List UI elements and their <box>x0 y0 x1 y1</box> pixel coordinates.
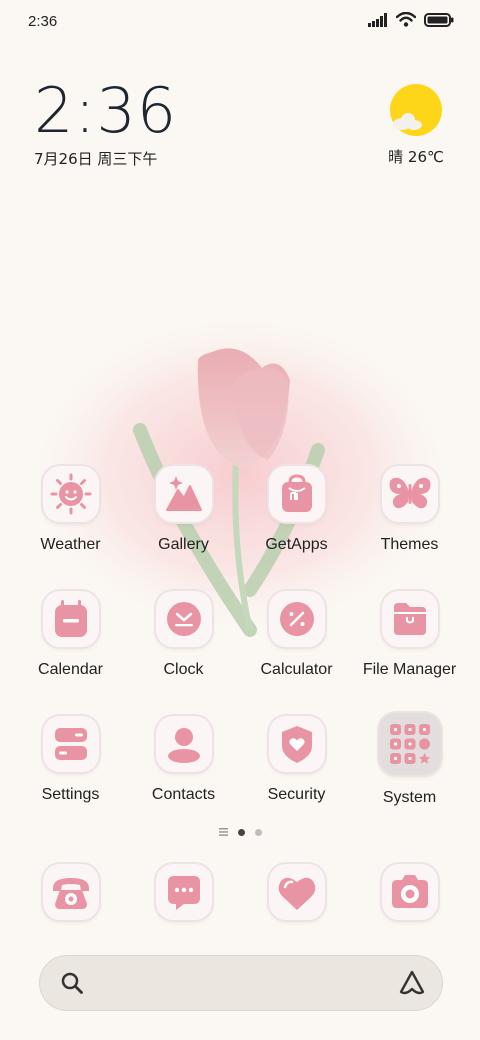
person-icon <box>155 716 212 772</box>
app-label: GetApps <box>265 536 328 553</box>
app-label: Calendar <box>38 661 103 678</box>
app-label: Weather <box>40 536 101 553</box>
app-row: Calendar Clock Calculator File Manager <box>14 591 466 716</box>
app-folder-icon <box>378 713 441 775</box>
toggles-icon <box>42 716 99 772</box>
status-bar: 2:36 <box>0 0 480 42</box>
sun-cloud-icon <box>390 84 442 136</box>
app-calendar[interactable]: Calendar <box>14 591 127 716</box>
app-label: Settings <box>41 786 100 803</box>
wifi-icon <box>396 12 416 27</box>
app-contacts[interactable]: Contacts <box>127 716 240 841</box>
app-security[interactable]: Security <box>240 716 353 841</box>
app-settings[interactable]: Settings <box>14 716 127 841</box>
app-label: System <box>382 789 437 806</box>
page-dot-active[interactable] <box>237 828 245 836</box>
app-weather[interactable]: Weather <box>14 466 127 591</box>
app-file-manager[interactable]: File Manager <box>353 591 466 716</box>
mountain-icon <box>155 466 212 522</box>
heart-icon <box>268 864 325 920</box>
telephone-icon <box>42 864 99 920</box>
app-label: Themes <box>380 536 439 553</box>
app-label: Calculator <box>260 661 333 678</box>
clock-icon <box>155 591 212 647</box>
app-grid: Weather Gallery GetApps Themes Calendar … <box>14 466 466 841</box>
app-label: Security <box>267 786 326 803</box>
chat-bubble-icon <box>155 864 212 920</box>
calculator-icon <box>268 591 325 647</box>
app-row: Settings Contacts Security System <box>14 713 466 841</box>
app-clock[interactable]: Clock <box>127 591 240 716</box>
butterfly-icon <box>381 466 438 522</box>
app-getapps[interactable]: GetApps <box>240 466 353 591</box>
assistant-icon[interactable] <box>398 969 426 997</box>
app-label: Clock <box>163 661 204 678</box>
list-menu-icon <box>218 828 228 836</box>
signal-icon <box>368 12 387 27</box>
app-calculator[interactable]: Calculator <box>240 591 353 716</box>
clock-time: 2:36 <box>34 74 178 147</box>
dock-phone[interactable] <box>14 864 127 920</box>
clock-widget[interactable]: 2:36 7月26日 周三下午 <box>34 80 177 169</box>
status-icons <box>368 12 454 27</box>
app-themes[interactable]: Themes <box>353 466 466 591</box>
sun-icon <box>42 466 99 522</box>
calendar-icon <box>42 591 99 647</box>
app-label: Contacts <box>151 786 216 803</box>
weather-widget[interactable]: 晴 26℃ <box>386 84 446 167</box>
dock-browser[interactable] <box>240 864 353 920</box>
search-bar[interactable] <box>40 956 442 1010</box>
shopping-bag-icon <box>268 466 325 522</box>
app-folder-system[interactable]: System <box>353 713 466 841</box>
app-row: Weather Gallery GetApps Themes <box>14 466 466 591</box>
dock-messages[interactable] <box>127 864 240 920</box>
camera-icon <box>381 864 438 920</box>
page-indicator[interactable] <box>0 828 480 836</box>
battery-icon <box>424 12 454 27</box>
search-icon[interactable] <box>60 971 84 995</box>
dock-camera[interactable] <box>353 864 466 920</box>
app-gallery[interactable]: Gallery <box>127 466 240 591</box>
dock <box>14 864 466 920</box>
shield-heart-icon <box>268 716 325 772</box>
folder-icon <box>381 591 438 647</box>
clock-date: 7月26日 周三下午 <box>34 150 158 168</box>
page-dot[interactable] <box>254 828 262 836</box>
weather-condition: 晴 26℃ <box>388 148 444 166</box>
app-label: File Manager <box>362 661 457 678</box>
status-time: 2:36 <box>28 13 58 30</box>
app-label: Gallery <box>158 536 209 553</box>
